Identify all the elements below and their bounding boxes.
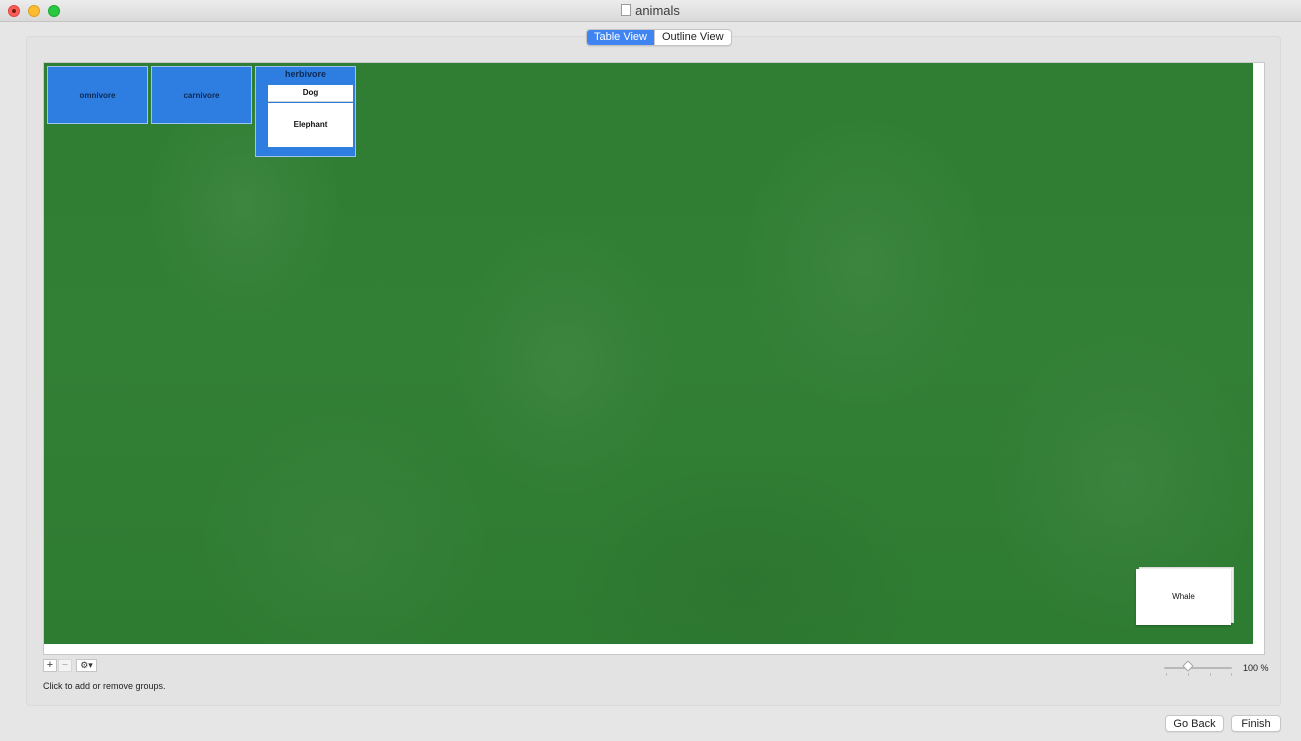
groups-hint: Click to add or remove groups. — [43, 681, 166, 691]
tab-outline-view[interactable]: Outline View — [654, 30, 731, 45]
gear-menu-button[interactable]: ⚙▾ — [76, 659, 97, 672]
window-title: animals — [0, 3, 1301, 18]
group-omnivore[interactable]: omnivore — [47, 66, 148, 124]
zoom-tick — [1188, 673, 1189, 676]
zoom-tick — [1231, 673, 1232, 676]
title-bar: animals — [0, 0, 1301, 22]
group-herbivore[interactable]: herbivore Dog Elephant — [255, 66, 356, 157]
window-title-text: animals — [635, 3, 680, 18]
gear-icon: ⚙▾ — [80, 660, 93, 670]
zoom-tick — [1210, 673, 1211, 676]
view-switcher: Table View Outline View — [586, 29, 732, 46]
remove-group-button[interactable]: − — [58, 659, 72, 672]
card-elephant[interactable]: Elephant — [268, 103, 353, 147]
card-whale[interactable]: Whale — [1136, 569, 1231, 625]
zoom-slider[interactable] — [1164, 667, 1232, 669]
zoom-label: 100 % — [1243, 663, 1269, 673]
card-dog[interactable]: Dog — [268, 85, 353, 102]
add-group-button[interactable]: + — [43, 659, 57, 672]
group-carnivore[interactable]: carnivore — [151, 66, 252, 124]
sorting-canvas[interactable]: omnivore carnivore herbivore Dog Elephan… — [44, 63, 1253, 644]
group-label: carnivore — [183, 91, 220, 100]
group-label: herbivore — [284, 69, 326, 79]
finish-button[interactable]: Finish — [1231, 715, 1281, 732]
document-icon — [621, 4, 632, 16]
go-back-button[interactable]: Go Back — [1165, 715, 1224, 732]
zoom-tick — [1166, 673, 1167, 676]
tab-table-view[interactable]: Table View — [587, 30, 654, 45]
group-label: omnivore — [79, 91, 116, 100]
